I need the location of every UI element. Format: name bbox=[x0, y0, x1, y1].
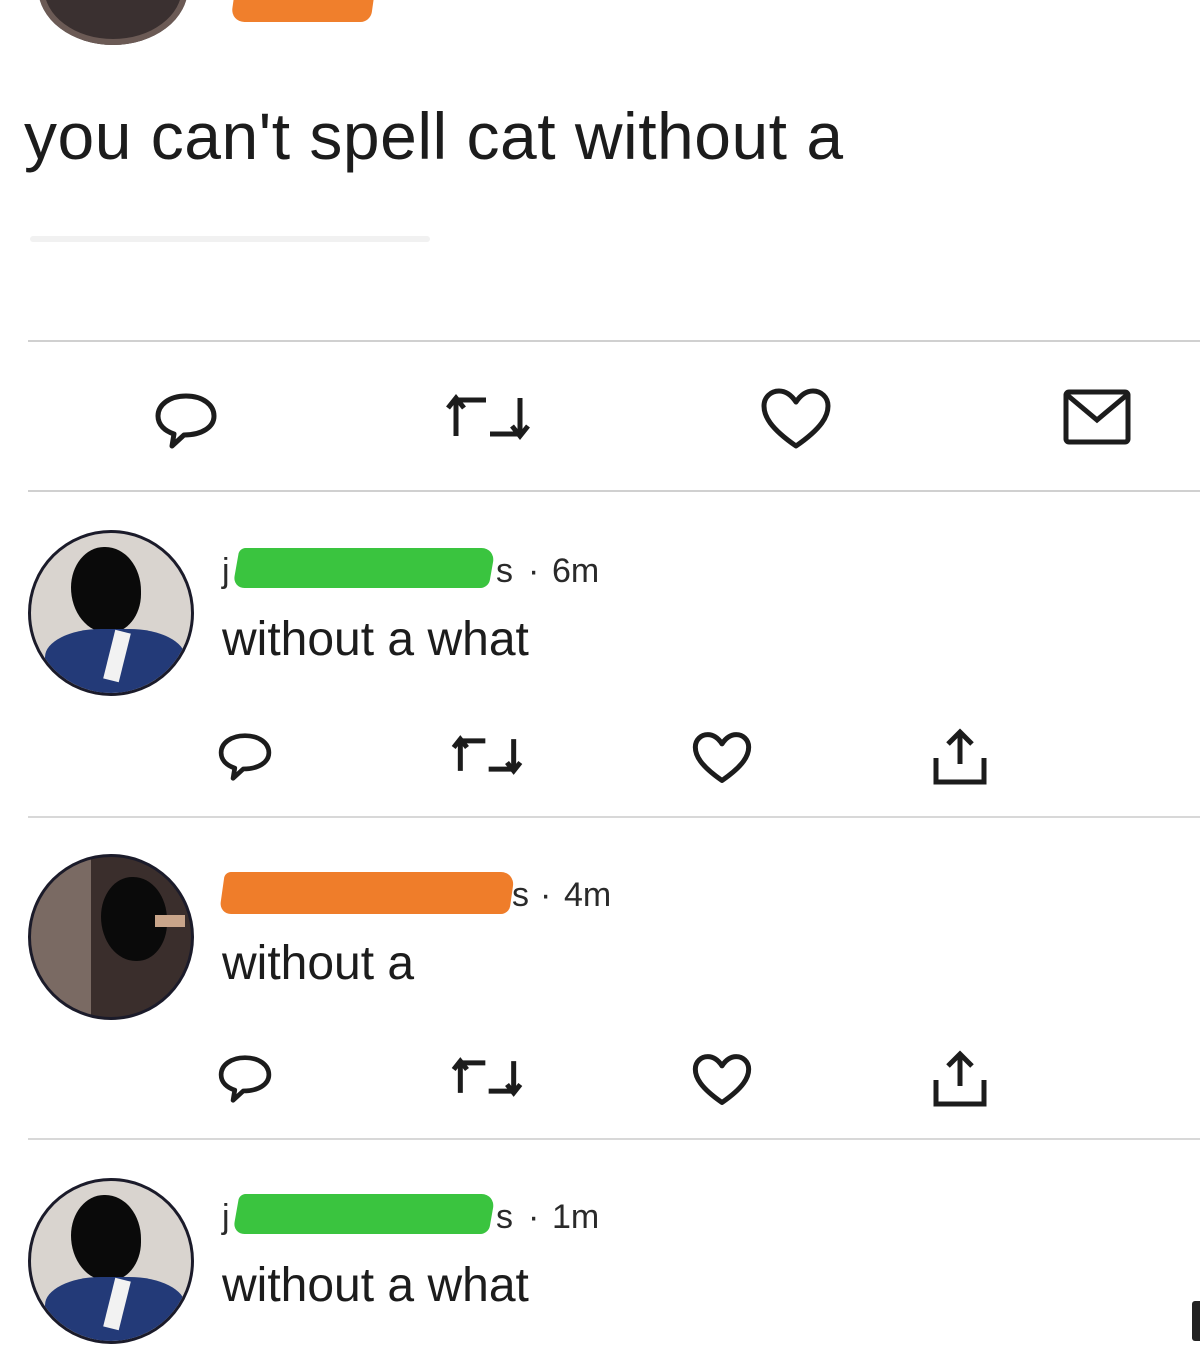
reply-separator: · bbox=[540, 876, 552, 914]
reply-text: without a bbox=[222, 937, 415, 990]
reply-handle-suffix: s bbox=[496, 1198, 513, 1236]
author-avatar[interactable] bbox=[38, 0, 188, 45]
reply-text: without a what bbox=[222, 1259, 529, 1312]
reply-time: 1m bbox=[552, 1198, 600, 1236]
share-icon[interactable] bbox=[928, 726, 992, 788]
message-icon[interactable] bbox=[1062, 388, 1132, 446]
reply-actions bbox=[0, 1048, 1200, 1128]
reply-avatar[interactable] bbox=[28, 854, 194, 1020]
reply-handle-suffix: s bbox=[496, 552, 513, 590]
retweet-icon[interactable] bbox=[451, 1056, 523, 1098]
retweet-icon[interactable] bbox=[446, 392, 530, 442]
reply-avatar[interactable] bbox=[28, 530, 194, 696]
reply-time: 4m bbox=[564, 876, 612, 914]
reply-handle-redacted bbox=[232, 1194, 496, 1234]
tweet-actions bbox=[0, 384, 1200, 464]
reply-time: 6m bbox=[552, 552, 600, 590]
like-icon[interactable] bbox=[692, 732, 752, 784]
reply-actions bbox=[0, 726, 1200, 806]
reply-text: without a what bbox=[222, 613, 529, 666]
divider bbox=[28, 340, 1200, 342]
like-icon[interactable] bbox=[760, 388, 832, 450]
divider bbox=[28, 490, 1200, 492]
like-icon[interactable] bbox=[692, 1054, 752, 1106]
retweet-icon[interactable] bbox=[451, 734, 523, 776]
reply-handle-redacted bbox=[232, 548, 496, 588]
scrollbar[interactable] bbox=[1192, 1301, 1200, 1341]
reply-icon[interactable] bbox=[216, 1052, 274, 1106]
faint-text-line bbox=[30, 236, 430, 242]
reply-handle-suffix: s bbox=[512, 876, 529, 914]
reply-handle-prefix: j bbox=[222, 1198, 230, 1236]
reply-avatar[interactable] bbox=[28, 1178, 194, 1344]
reply-separator: · bbox=[528, 552, 540, 590]
divider bbox=[28, 1138, 1200, 1140]
reply-icon[interactable] bbox=[152, 390, 220, 452]
reply-icon[interactable] bbox=[216, 730, 274, 784]
divider bbox=[28, 816, 1200, 818]
reply-separator: · bbox=[528, 1198, 540, 1236]
author-name-redacted bbox=[230, 0, 374, 22]
tweet-text: you can't spell cat without a bbox=[24, 99, 844, 173]
share-icon[interactable] bbox=[928, 1048, 992, 1110]
reply-handle-redacted bbox=[219, 872, 515, 914]
reply-handle-prefix: j bbox=[222, 552, 230, 590]
